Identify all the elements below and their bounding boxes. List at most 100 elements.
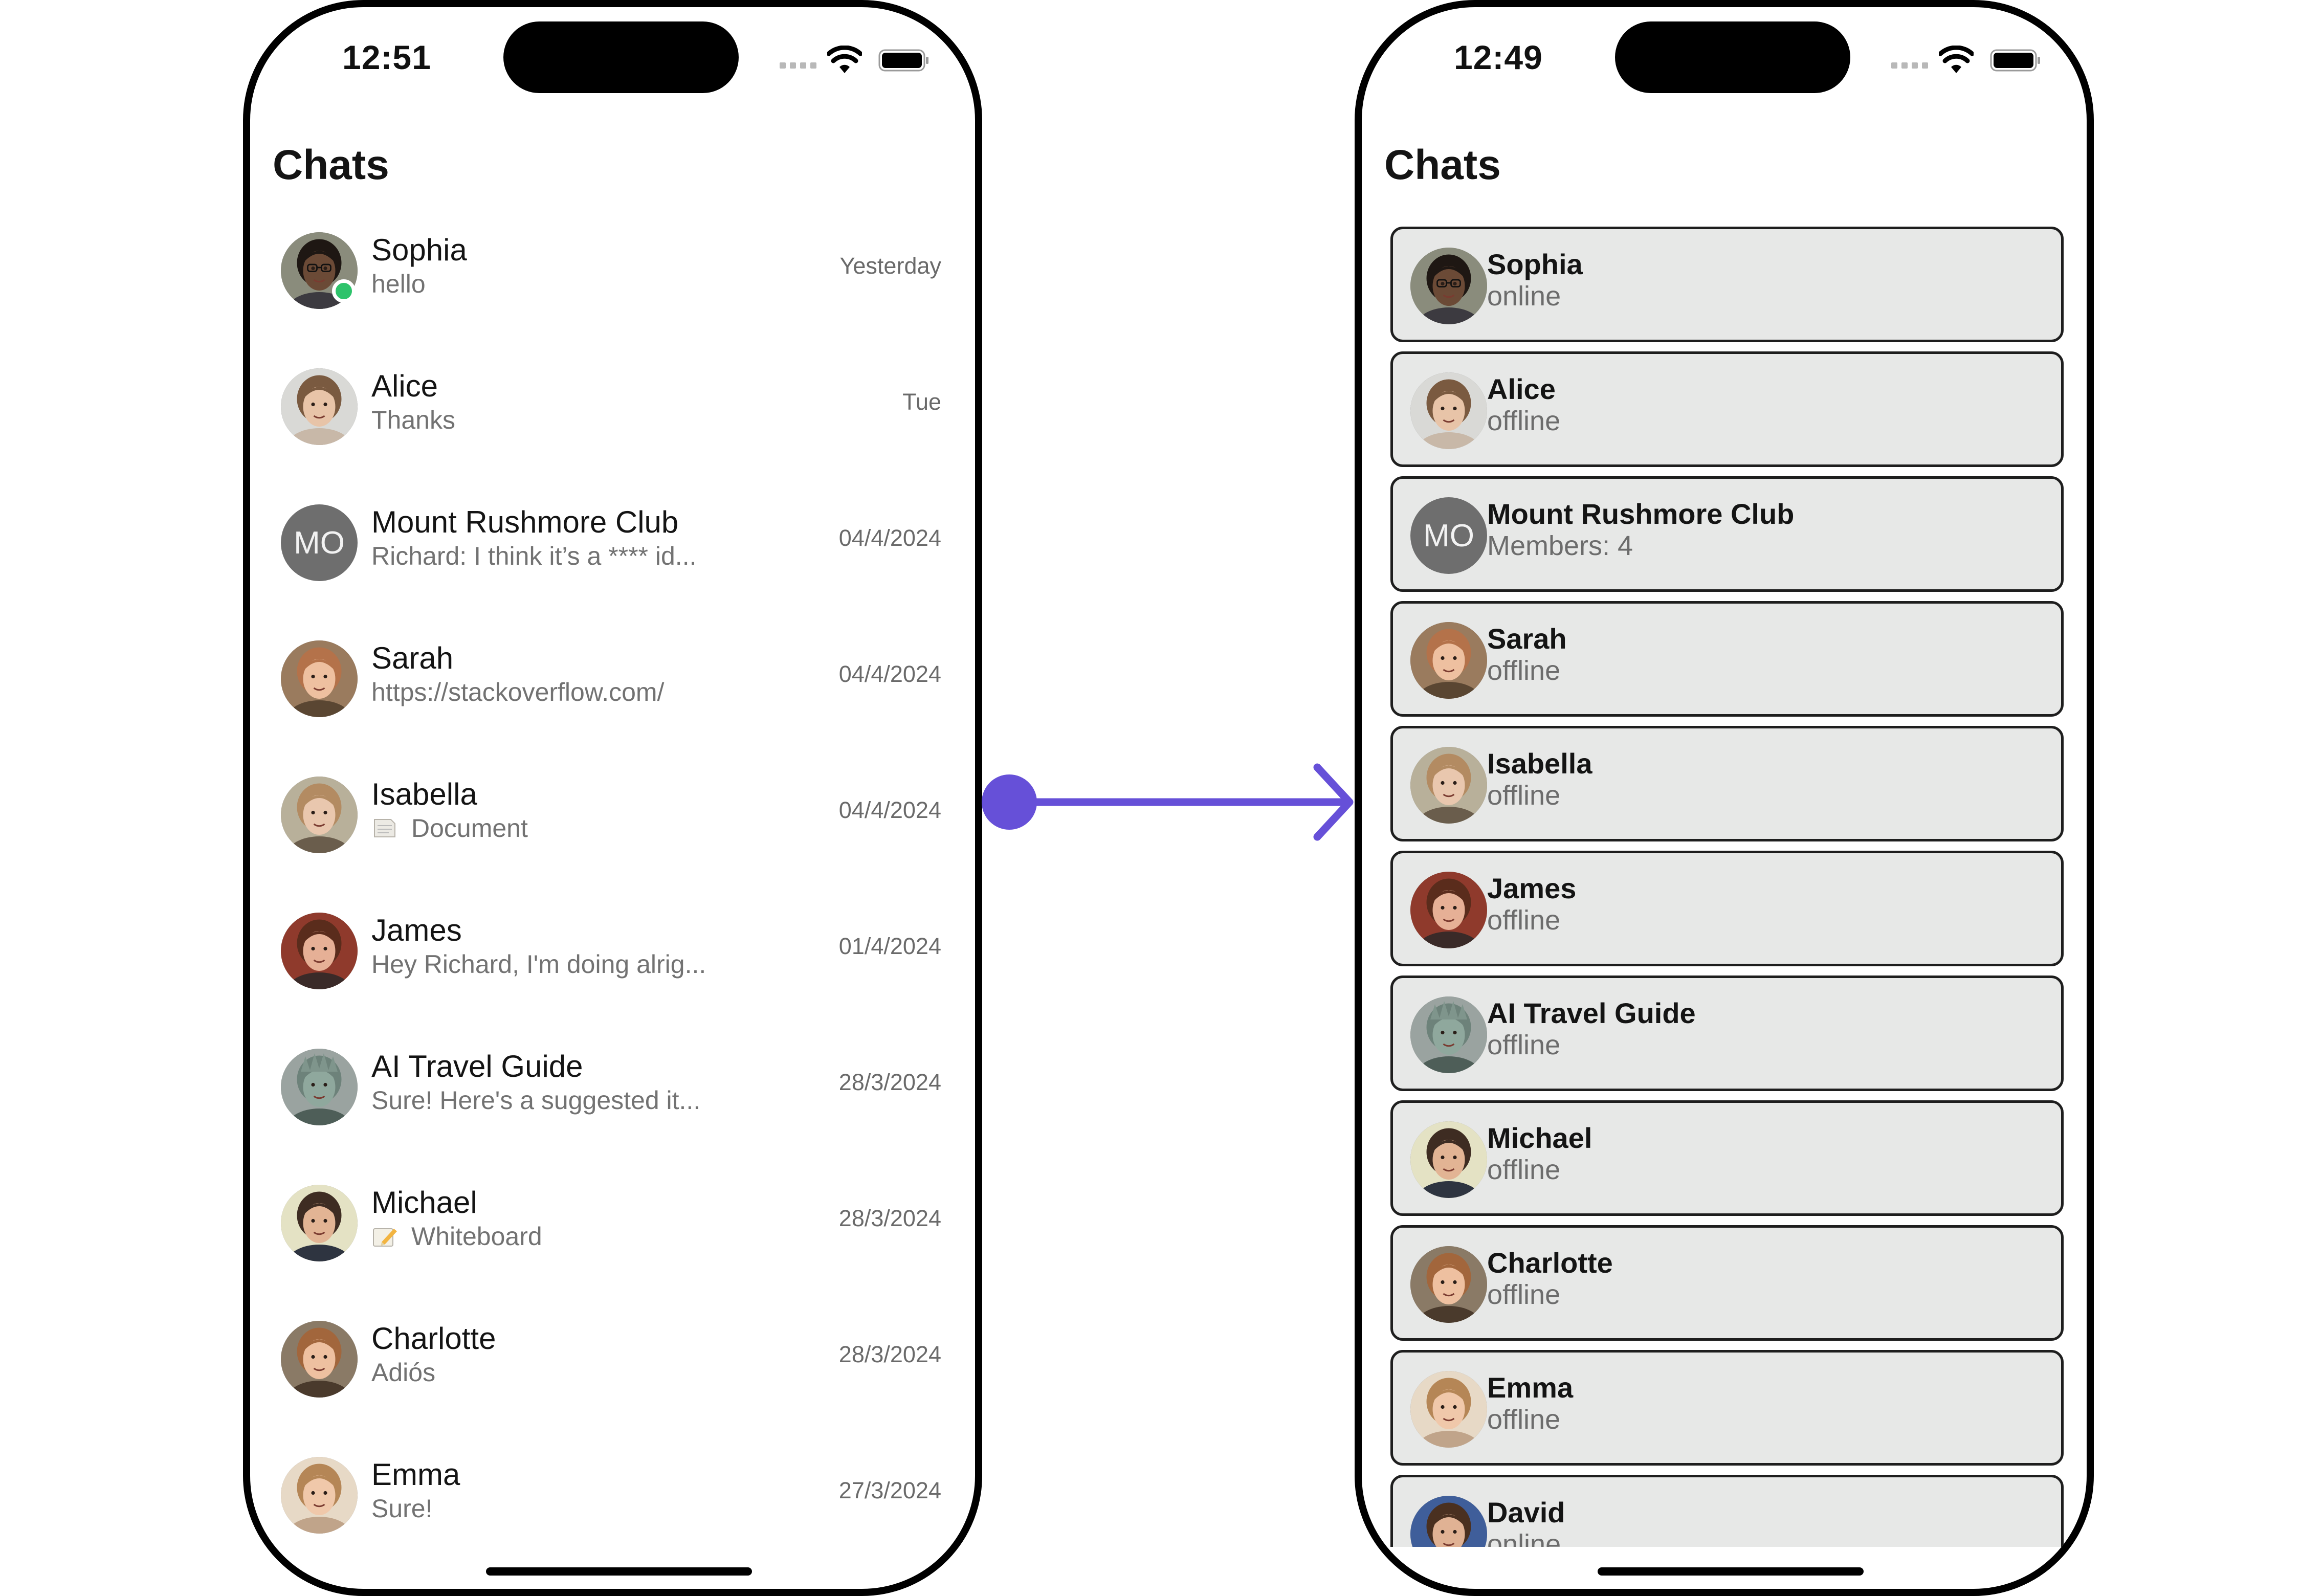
user-card[interactable]: Sophia online — [1390, 227, 2064, 342]
document-icon — [371, 816, 398, 840]
avatar: MO — [1410, 497, 1487, 574]
message-date: 28/3/2024 — [838, 1069, 941, 1095]
conversation-item[interactable]: Alice Thanks Tue — [250, 358, 975, 494]
last-message: Adiós — [371, 1358, 435, 1387]
avatar — [281, 1185, 358, 1261]
whiteboard-icon — [371, 1225, 398, 1248]
user-name: Charlotte — [1487, 1247, 1613, 1279]
message-date: 28/3/2024 — [838, 1341, 941, 1367]
arrow-origin-dot — [982, 774, 1037, 830]
last-message: Thanks — [371, 405, 455, 435]
user-name: Emma — [1487, 1371, 1574, 1404]
conversation-name: Emma — [371, 1457, 460, 1492]
avatar — [281, 913, 358, 989]
avatar — [1410, 996, 1487, 1073]
user-status: offline — [1487, 1155, 1561, 1185]
home-indicator[interactable] — [1598, 1567, 1864, 1576]
dynamic-island — [503, 21, 739, 93]
phone-before: 12:51 Chats Sophia hello Yesterday Alice Tha… — [243, 0, 982, 1596]
user-card[interactable]: Alice offline — [1390, 351, 2064, 467]
status-bar: 12:51 — [250, 7, 975, 109]
avatar — [1410, 1246, 1487, 1323]
conversation-item[interactable]: James Hey Richard, I'm doing alrig... 01/4… — [250, 902, 975, 1038]
conversation-name: Sarah — [371, 641, 454, 675]
user-card[interactable]: MO Mount Rushmore Club Members: 4 — [1390, 476, 2064, 592]
avatar: MO — [281, 504, 358, 581]
user-name: Michael — [1487, 1122, 1592, 1154]
conversation-name: Sophia — [371, 233, 467, 267]
page-title: Chats — [273, 142, 389, 188]
user-card[interactable]: David online — [1390, 1475, 2064, 1547]
last-message: Sure! Here's a suggested it... — [371, 1085, 700, 1115]
last-message-text: Document — [411, 814, 528, 843]
last-message-text: Thanks — [371, 406, 455, 434]
battery-icon — [878, 49, 928, 72]
user-card[interactable]: James offline — [1390, 851, 2064, 966]
conversation-item[interactable]: Michael Whiteboard 28/3/2024 — [250, 1174, 975, 1311]
avatar — [281, 640, 358, 717]
user-card[interactable]: Michael offline — [1390, 1100, 2064, 1216]
last-message-text: Hey Richard, I'm doing alrig... — [371, 950, 706, 979]
conversation-item[interactable]: Charlotte Adiós 28/3/2024 — [250, 1311, 975, 1447]
user-status: offline — [1487, 1279, 1561, 1310]
message-date: 04/4/2024 — [838, 661, 941, 687]
last-message-text: Richard: I think it’s a **** id... — [371, 542, 697, 570]
user-status: offline — [1487, 1030, 1561, 1060]
user-name: Isabella — [1487, 747, 1592, 780]
user-card[interactable]: Charlotte offline — [1390, 1225, 2064, 1341]
user-name: Sophia — [1487, 248, 1583, 280]
last-message: Hey Richard, I'm doing alrig... — [371, 949, 706, 979]
last-message: https://stackoverflow.com/ — [371, 677, 664, 707]
user-list-viewport[interactable]: Sophia online Alice offline MO Mount Rushmore… — [1362, 7, 2087, 1547]
wifi-icon — [827, 46, 862, 73]
conversation-name: Mount Rushmore Club — [371, 505, 679, 539]
message-date: 01/4/2024 — [838, 933, 941, 959]
last-message: Richard: I think it’s a **** id... — [371, 541, 696, 571]
conversation-name: Michael — [371, 1185, 477, 1220]
avatar — [1410, 248, 1487, 324]
arrow-icon — [1313, 763, 1354, 841]
conversation-item[interactable]: Sarah https://stackoverflow.com/04/4/2024 — [250, 630, 975, 766]
last-message-text: hello — [371, 270, 426, 298]
message-date: 28/3/2024 — [838, 1205, 941, 1231]
avatar — [1410, 747, 1487, 824]
message-date: Tue — [902, 389, 941, 415]
home-indicator[interactable] — [486, 1567, 752, 1576]
user-status: offline — [1487, 780, 1561, 811]
message-date: Yesterday — [839, 253, 941, 279]
conversation-name: AI Travel Guide — [371, 1049, 583, 1083]
conversation-item[interactable]: Emma Sure! 27/3/2024 — [250, 1447, 975, 1583]
message-date: 04/4/2024 — [838, 797, 941, 823]
user-name: James — [1487, 872, 1577, 904]
user-name: Sarah — [1487, 623, 1567, 655]
last-message: hello — [371, 269, 426, 299]
conversation-item[interactable]: MO Mount Rushmore Club Richard: I think it… — [250, 494, 975, 630]
user-status: offline — [1487, 905, 1561, 936]
phone-after: 12:49 Chats Sophia online Alice offline MO Mo… — [1355, 0, 2094, 1596]
conversation-item[interactable]: AI Travel Guide Sure! Here's a suggested … — [250, 1038, 975, 1174]
status-time: 12:51 — [342, 38, 431, 76]
conversation-name: Alice — [371, 369, 438, 403]
conversation-item[interactable]: Isabella Document 04/4/2024 — [250, 766, 975, 902]
avatar — [1410, 1121, 1487, 1198]
user-status: online — [1487, 1529, 1561, 1547]
message-date: 04/4/2024 — [838, 525, 941, 551]
signal-icon — [780, 62, 817, 70]
user-status: online — [1487, 281, 1561, 312]
avatar — [1410, 1371, 1487, 1448]
last-message: Document — [371, 813, 528, 843]
user-card[interactable]: Sarah offline — [1390, 601, 2064, 717]
user-card[interactable]: Isabella offline — [1390, 726, 2064, 841]
last-message-text: Sure! — [371, 1494, 433, 1523]
user-card[interactable]: Emma offline — [1390, 1350, 2064, 1466]
last-message-text: Adiós — [371, 1358, 436, 1387]
avatar — [281, 1457, 358, 1534]
user-name: Alice — [1487, 373, 1556, 405]
online-status-icon — [332, 279, 356, 303]
conversation-item[interactable]: Sophia hello Yesterday — [250, 222, 975, 358]
avatar — [281, 777, 358, 853]
avatar — [281, 1321, 358, 1398]
user-name: David — [1487, 1496, 1565, 1528]
user-card[interactable]: AI Travel Guide offline — [1390, 976, 2064, 1091]
user-status: Members: 4 — [1487, 530, 1633, 561]
